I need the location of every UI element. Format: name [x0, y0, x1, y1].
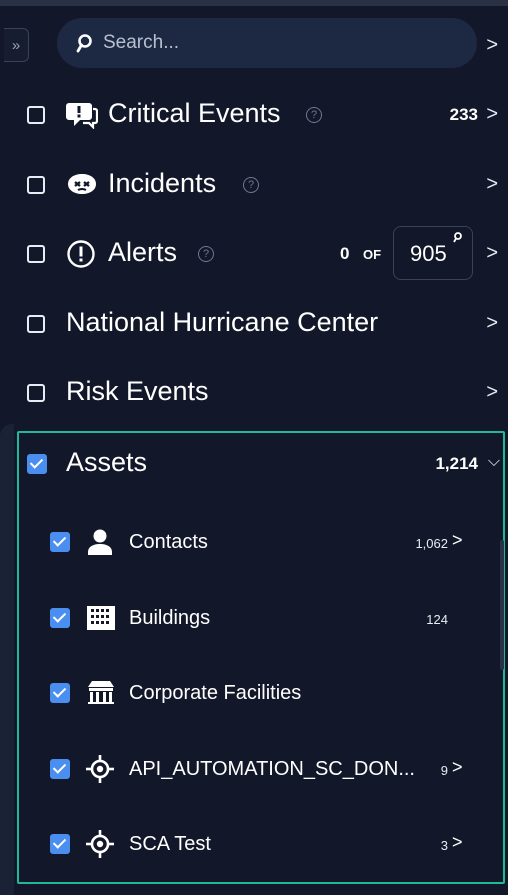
- assets-label: Assets: [66, 447, 148, 477]
- expand-panel-button[interactable]: »: [4, 28, 29, 62]
- assets-count: 1,214: [435, 454, 478, 473]
- sca-test-chevron-icon[interactable]: >: [452, 832, 463, 853]
- facility-icon: [88, 681, 114, 704]
- sca-test-label: SCA Test: [129, 833, 211, 855]
- assets-collapse-chevron-icon[interactable]: ⌵: [488, 453, 500, 471]
- alerts-total-count: 905: [410, 241, 447, 266]
- buildings-checkbox[interactable]: [50, 608, 70, 628]
- nhc-label: National Hurricane Center: [66, 307, 379, 337]
- search-small-icon: [453, 232, 462, 243]
- corporate-facilities-label: Corporate Facilities: [129, 682, 302, 704]
- critical-events-checkbox[interactable]: [27, 106, 45, 124]
- layer-row-risk-events[interactable]: Risk Events >: [0, 363, 508, 423]
- asset-row-buildings[interactable]: Buildings 124: [0, 588, 508, 648]
- layer-row-incidents[interactable]: Incidents ? >: [0, 155, 508, 215]
- top-strip: [0, 0, 508, 6]
- buildings-label: Buildings: [129, 607, 211, 629]
- api-automation-checkbox[interactable]: [50, 759, 70, 779]
- asset-row-corporate-facilities[interactable]: Corporate Facilities: [0, 663, 508, 723]
- critical-events-count: 233: [449, 105, 478, 124]
- contacts-chevron-icon[interactable]: >: [452, 530, 463, 551]
- asset-row-sca-test[interactable]: SCA Test 3 >: [0, 814, 508, 874]
- assets-header-row[interactable]: Assets 1,214 ⌵: [0, 433, 508, 493]
- help-icon[interactable]: ?: [198, 246, 214, 262]
- asset-row-contacts[interactable]: Contacts 1,062 >: [0, 512, 508, 572]
- nhc-chevron-icon[interactable]: >: [486, 312, 498, 335]
- alerts-label: Alerts: [108, 237, 178, 267]
- buildings-count: 124: [426, 612, 448, 627]
- risk-events-chevron-icon[interactable]: >: [486, 381, 498, 404]
- help-icon[interactable]: ?: [243, 177, 259, 193]
- help-icon[interactable]: ?: [306, 107, 322, 123]
- corporate-facilities-checkbox[interactable]: [50, 683, 70, 703]
- alerts-matched-count: 0: [340, 244, 350, 263]
- chat-alert-icon: [66, 103, 98, 129]
- target-icon: [86, 755, 114, 783]
- target-icon: [86, 830, 114, 858]
- nhc-checkbox[interactable]: [27, 315, 45, 333]
- alerts-total-box[interactable]: 905: [393, 226, 473, 280]
- contacts-count: 1,062: [415, 536, 448, 551]
- sca-test-checkbox[interactable]: [50, 834, 70, 854]
- api-automation-label: API_AUTOMATION_SC_DON...: [129, 758, 415, 780]
- search-icon: [76, 34, 92, 53]
- incidents-chevron-icon[interactable]: >: [486, 173, 498, 196]
- layer-row-national-hurricane-center[interactable]: National Hurricane Center >: [0, 294, 508, 354]
- incidents-checkbox[interactable]: [27, 176, 45, 194]
- assets-checkbox[interactable]: [27, 454, 47, 474]
- api-automation-count: 9: [440, 763, 448, 778]
- layer-row-critical-events[interactable]: Critical Events ? 233 >: [0, 85, 508, 145]
- critical-events-chevron-icon[interactable]: >: [486, 103, 498, 126]
- api-automation-chevron-icon[interactable]: >: [452, 757, 463, 778]
- risk-events-label: Risk Events: [66, 376, 209, 406]
- incidents-label: Incidents: [108, 168, 217, 198]
- critical-events-label: Critical Events: [108, 98, 281, 128]
- contacts-checkbox[interactable]: [50, 532, 70, 552]
- risk-events-checkbox[interactable]: [27, 384, 45, 402]
- alerts-chevron-icon[interactable]: >: [486, 242, 498, 265]
- layer-row-alerts[interactable]: Alerts ? 0 OF 905 >: [0, 224, 508, 284]
- asset-row-api-automation[interactable]: API_AUTOMATION_SC_DON... 9 >: [0, 739, 508, 799]
- alerts-checkbox[interactable]: [27, 245, 45, 263]
- search-input[interactable]: [101, 31, 445, 55]
- incident-icon: [68, 174, 96, 194]
- search-bar[interactable]: [57, 18, 477, 68]
- building-grid-icon: [87, 606, 115, 630]
- search-chevron-icon[interactable]: >: [486, 34, 498, 57]
- sca-test-count: 3: [440, 838, 448, 853]
- contacts-label: Contacts: [129, 531, 208, 553]
- alerts-of-label: OF: [363, 247, 382, 262]
- alert-circle-icon: [67, 240, 95, 268]
- person-icon: [88, 529, 112, 555]
